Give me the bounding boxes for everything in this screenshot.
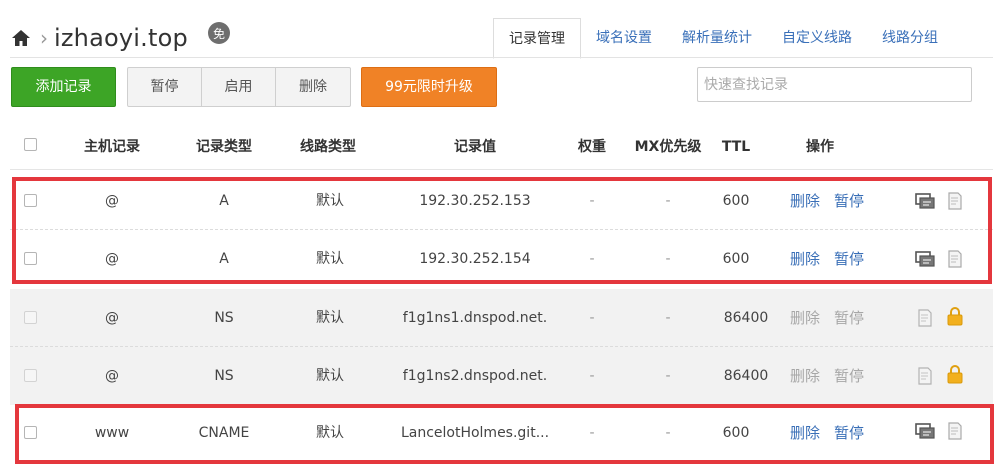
- row-delete-link: 删除: [790, 309, 821, 327]
- table-row: @ NS 默认 f1g1ns1.dnspod.net. - - 86400 删除…: [10, 289, 993, 347]
- cell-line: 默认: [316, 425, 344, 441]
- column-header-mx: MX优先级: [634, 139, 702, 155]
- cell-value: f1g1ns2.dnspod.net.: [402, 368, 548, 384]
- column-header-host: 主机记录: [84, 139, 140, 155]
- remark-icon[interactable]: [915, 421, 935, 441]
- free-badge-icon: 免: [206, 20, 232, 46]
- chevron-right-icon: ›: [40, 26, 48, 50]
- row-pause-link[interactable]: 暂停: [834, 172, 864, 230]
- cell-ttl: 86400: [723, 368, 769, 384]
- tab-domain-settings[interactable]: 域名设置: [581, 18, 667, 58]
- row-checkbox[interactable]: [24, 252, 37, 265]
- cell-host: @: [105, 310, 119, 326]
- tab-line-groups[interactable]: 线路分组: [867, 18, 953, 58]
- tab-record-management[interactable]: 记录管理: [493, 18, 581, 59]
- table-row: @ A 默认 192.30.252.153 - - 600 删除 暂停: [10, 172, 993, 230]
- cell-weight: -: [589, 368, 595, 384]
- pause-button[interactable]: 暂停: [128, 68, 202, 106]
- lock-icon: [945, 306, 965, 326]
- cell-type: A: [219, 251, 229, 267]
- column-header-type: 记录类型: [196, 139, 252, 155]
- cell-host: www: [94, 425, 130, 441]
- document-icon[interactable]: [945, 249, 965, 269]
- cell-type: CNAME: [198, 425, 250, 441]
- domain-title: izhaoyi.top: [54, 24, 188, 52]
- cell-mx: -: [665, 251, 671, 267]
- row-checkbox[interactable]: [24, 194, 37, 207]
- row-delete-link: 删除: [790, 367, 821, 385]
- column-header-actions: 操作: [806, 139, 834, 155]
- cell-host: @: [105, 251, 119, 267]
- enable-button[interactable]: 启用: [202, 68, 276, 106]
- row-delete-link[interactable]: 删除: [790, 404, 820, 462]
- cell-line: 默认: [316, 310, 344, 326]
- cell-host: @: [105, 368, 119, 384]
- home-icon[interactable]: [10, 27, 32, 49]
- table-row: @ A 默认 192.30.252.154 - - 600 删除 暂停: [10, 230, 993, 288]
- row-checkbox[interactable]: [24, 311, 37, 324]
- table-header: 主机记录 记录类型 线路类型 记录值 权重 MX优先级 TTL 操作: [10, 124, 993, 170]
- add-record-button[interactable]: 添加记录: [11, 67, 116, 107]
- cell-ttl: 600: [722, 425, 750, 441]
- document-icon[interactable]: [945, 421, 965, 441]
- row-checkbox[interactable]: [24, 369, 37, 382]
- cell-type: NS: [214, 310, 234, 326]
- document-icon[interactable]: [915, 308, 935, 328]
- cell-value: 192.30.252.153: [419, 193, 531, 209]
- tab-custom-lines[interactable]: 自定义线路: [767, 18, 867, 58]
- cell-mx: -: [665, 368, 671, 384]
- cell-type: NS: [214, 368, 234, 384]
- column-header-line: 线路类型: [300, 139, 356, 155]
- search-input[interactable]: [697, 67, 972, 102]
- row-pause-link: 暂停: [834, 367, 865, 385]
- cell-ttl: 600: [722, 193, 750, 209]
- cell-line: 默认: [316, 193, 344, 209]
- tab-bar: 记录管理 域名设置 解析量统计 自定义线路 线路分组: [493, 18, 953, 59]
- remark-icon[interactable]: [915, 191, 935, 211]
- cell-mx: -: [665, 193, 671, 209]
- remark-icon[interactable]: [915, 249, 935, 269]
- cell-line: 默认: [316, 251, 344, 267]
- select-all-checkbox[interactable]: [24, 138, 37, 151]
- row-delete-link[interactable]: 删除: [790, 172, 820, 230]
- free-badge-label: 免: [213, 26, 225, 41]
- row-pause-link[interactable]: 暂停: [834, 230, 864, 288]
- table-row: @ NS 默认 f1g1ns2.dnspod.net. - - 86400 删除…: [10, 347, 993, 405]
- delete-button[interactable]: 删除: [276, 68, 350, 106]
- row-delete-link[interactable]: 删除: [790, 230, 820, 288]
- upgrade-button[interactable]: 99元限时升级: [361, 67, 497, 107]
- cell-weight: -: [589, 310, 595, 326]
- cell-ttl: 86400: [723, 310, 769, 326]
- tab-query-statistics[interactable]: 解析量统计: [667, 18, 767, 58]
- row-pause-link: 暂停: [834, 309, 865, 327]
- cell-mx: -: [665, 310, 671, 326]
- table-row: www CNAME 默认 LancelotHolmes.git... - - 6…: [10, 404, 993, 462]
- document-icon[interactable]: [945, 191, 965, 211]
- document-icon[interactable]: [915, 366, 935, 386]
- cell-mx: -: [665, 425, 671, 441]
- cell-host: @: [105, 193, 119, 209]
- cell-weight: -: [589, 425, 595, 441]
- record-action-group: 暂停 启用 删除: [127, 67, 351, 107]
- cell-value: LancelotHolmes.git...: [400, 425, 550, 441]
- cell-value: f1g1ns1.dnspod.net.: [402, 310, 548, 326]
- column-header-ttl: TTL: [721, 139, 751, 155]
- cell-weight: -: [589, 193, 595, 209]
- row-checkbox[interactable]: [24, 426, 37, 439]
- lock-icon: [945, 364, 965, 384]
- column-header-weight: 权重: [578, 139, 606, 155]
- row-pause-link[interactable]: 暂停: [834, 404, 864, 462]
- cell-type: A: [219, 193, 229, 209]
- cell-value: 192.30.252.154: [419, 251, 531, 267]
- cell-weight: -: [589, 251, 595, 267]
- breadcrumb: › izhaoyi.top 免: [10, 22, 232, 54]
- tabs-divider: [10, 57, 993, 58]
- cell-ttl: 600: [722, 251, 750, 267]
- cell-line: 默认: [316, 368, 344, 384]
- column-header-value: 记录值: [454, 139, 496, 155]
